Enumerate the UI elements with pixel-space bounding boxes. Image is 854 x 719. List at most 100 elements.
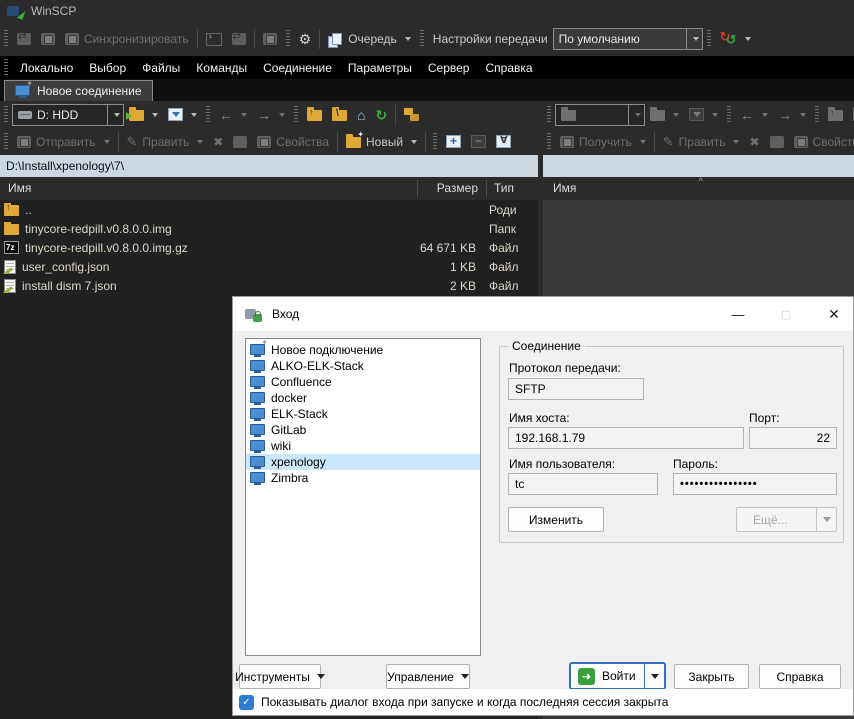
tools-button[interactable]: Инструменты xyxy=(239,664,321,689)
port-input[interactable]: 22 xyxy=(749,427,837,449)
remote-directory-combobox[interactable] xyxy=(555,104,645,126)
delete-button[interactable]: ✖ xyxy=(744,129,764,155)
home-directory-button[interactable]: ⌂ xyxy=(352,102,370,128)
toolbar-grip[interactable] xyxy=(727,106,731,124)
site-list[interactable]: Новое подключение ALKO-ELK-Stack Conflue… xyxy=(245,338,481,656)
manage-button[interactable]: Управление xyxy=(386,664,470,689)
open-directory-button[interactable] xyxy=(645,102,684,128)
toolbar-grip[interactable] xyxy=(433,133,437,151)
transfer-mode-button[interactable] xyxy=(715,26,756,52)
menu-commands[interactable]: Команды xyxy=(188,61,255,75)
forward-button[interactable]: → xyxy=(773,102,811,128)
edit-button[interactable]: ✎Править xyxy=(658,129,745,155)
rename-button[interactable] xyxy=(765,129,789,155)
remote-path-bar[interactable] xyxy=(543,155,854,177)
toolbar-grip[interactable] xyxy=(4,133,8,151)
file-row[interactable]: user_config.json 1 KB Файл xyxy=(0,257,538,276)
drive-combobox[interactable]: D: HDD xyxy=(12,104,124,126)
upload-button[interactable]: Отправить xyxy=(12,129,115,155)
local-path-bar[interactable]: D:\Install\xpenology\7\ xyxy=(0,155,538,177)
preferences-button[interactable]: ⚙ xyxy=(294,26,317,52)
transfer-preset-combobox[interactable]: По умолчанию xyxy=(553,28,703,50)
properties-button[interactable]: Свойства xyxy=(789,129,854,155)
menu-session[interactable]: Соединение xyxy=(255,61,340,75)
delete-button[interactable]: ✖ xyxy=(208,129,228,155)
column-size[interactable]: Размер xyxy=(418,181,478,195)
protocol-select[interactable]: SFTP xyxy=(508,378,644,400)
menu-local[interactable]: Локально xyxy=(12,61,81,75)
show-login-dialog-checkbox[interactable]: ✓ xyxy=(239,695,254,710)
file-row[interactable]: install dism 7.json 2 KB Файл xyxy=(0,276,538,295)
filter-button[interactable] xyxy=(163,102,202,128)
site-item[interactable]: Confluence xyxy=(246,374,480,390)
menu-files[interactable]: Файлы xyxy=(134,61,188,75)
file-row[interactable]: tinycore-redpill.v0.8.0.0.img Папк xyxy=(0,219,538,238)
file-row[interactable]: tinycore-redpill.v0.8.0.0.img.gz 64 671 … xyxy=(0,238,538,257)
edit-session-button[interactable]: Изменить xyxy=(508,507,604,532)
toolbar-grip[interactable] xyxy=(707,30,711,48)
login-button[interactable]: ➜ Войти xyxy=(569,662,666,690)
combobox-arrow[interactable] xyxy=(686,29,702,49)
parent-directory-button[interactable] xyxy=(823,102,848,128)
download-button[interactable]: Получить xyxy=(555,129,651,155)
toolbar-grip[interactable] xyxy=(286,30,290,48)
site-item[interactable]: Zimbra xyxy=(246,470,480,486)
toolbar-grip[interactable] xyxy=(815,106,819,124)
help-button[interactable]: Справка xyxy=(759,664,841,689)
site-item[interactable]: wiki xyxy=(246,438,480,454)
site-item[interactable]: docker xyxy=(246,390,480,406)
menubar-grip[interactable] xyxy=(4,59,8,77)
combobox-arrow[interactable] xyxy=(628,105,644,125)
unselect-files-button[interactable] xyxy=(466,129,491,155)
sync-browsing-button[interactable] xyxy=(36,26,60,52)
column-name[interactable]: Имя xyxy=(8,181,31,195)
filter-button[interactable] xyxy=(684,102,723,128)
invert-selection-button[interactable] xyxy=(491,129,516,155)
tab-new-session[interactable]: Новое соединение xyxy=(4,80,153,101)
forward-button[interactable]: → xyxy=(252,102,290,128)
back-button[interactable]: ← xyxy=(735,102,773,128)
toolbar-grip[interactable] xyxy=(420,30,424,48)
site-item-new-connection[interactable]: Новое подключение xyxy=(246,342,480,358)
refresh-button[interactable]: ↻ xyxy=(370,102,392,128)
toolbar-grip[interactable] xyxy=(206,106,210,124)
transfer-button[interactable] xyxy=(227,26,251,52)
menu-remote[interactable]: Сервер xyxy=(420,61,478,75)
edit-button[interactable]: ✎Править xyxy=(122,129,209,155)
root-directory-button[interactable] xyxy=(848,102,854,128)
site-item[interactable]: ALKO-ELK-Stack xyxy=(246,358,480,374)
advanced-button[interactable]: Ещё... xyxy=(736,507,837,532)
login-dropdown[interactable] xyxy=(644,664,664,688)
site-item-selected[interactable]: xpenology xyxy=(246,454,480,470)
maximize-button[interactable]: ▢ xyxy=(769,302,803,326)
toolbar-grip[interactable] xyxy=(4,106,8,124)
queue-button[interactable]: Очередь xyxy=(323,26,416,52)
host-input[interactable]: 192.168.1.79 xyxy=(508,427,744,449)
close-icon[interactable]: ✕ xyxy=(817,302,851,326)
advanced-dropdown[interactable] xyxy=(816,508,836,531)
toolbar-grip[interactable] xyxy=(547,106,551,124)
menu-help[interactable]: Справка xyxy=(477,61,540,75)
rename-button[interactable] xyxy=(228,129,252,155)
combobox-arrow[interactable] xyxy=(107,105,123,125)
back-button[interactable]: ← xyxy=(214,102,252,128)
new-button[interactable]: Новый xyxy=(341,129,422,155)
dialog-title-bar[interactable]: Вход xyxy=(233,297,853,331)
refresh-session-button[interactable] xyxy=(258,26,282,52)
follow-link-button[interactable] xyxy=(399,102,426,128)
open-console-button[interactable] xyxy=(201,26,227,52)
select-files-button[interactable] xyxy=(441,129,466,155)
column-name[interactable]: Имя xyxy=(553,181,576,195)
minimize-button[interactable]: — xyxy=(721,302,755,326)
menu-mark[interactable]: Выбор xyxy=(81,61,134,75)
username-input[interactable]: tc xyxy=(508,473,658,495)
site-item[interactable]: GitLab xyxy=(246,422,480,438)
menu-options[interactable]: Параметры xyxy=(340,61,420,75)
password-input[interactable]: •••••••••••••••• xyxy=(673,473,837,495)
column-type[interactable]: Тип xyxy=(494,181,514,195)
close-button[interactable]: Закрыть xyxy=(674,664,749,689)
file-row[interactable]: .. Роди xyxy=(0,200,538,219)
root-directory-button[interactable] xyxy=(327,102,352,128)
toolbar-grip[interactable] xyxy=(547,133,551,151)
toolbar-grip[interactable] xyxy=(4,30,8,48)
